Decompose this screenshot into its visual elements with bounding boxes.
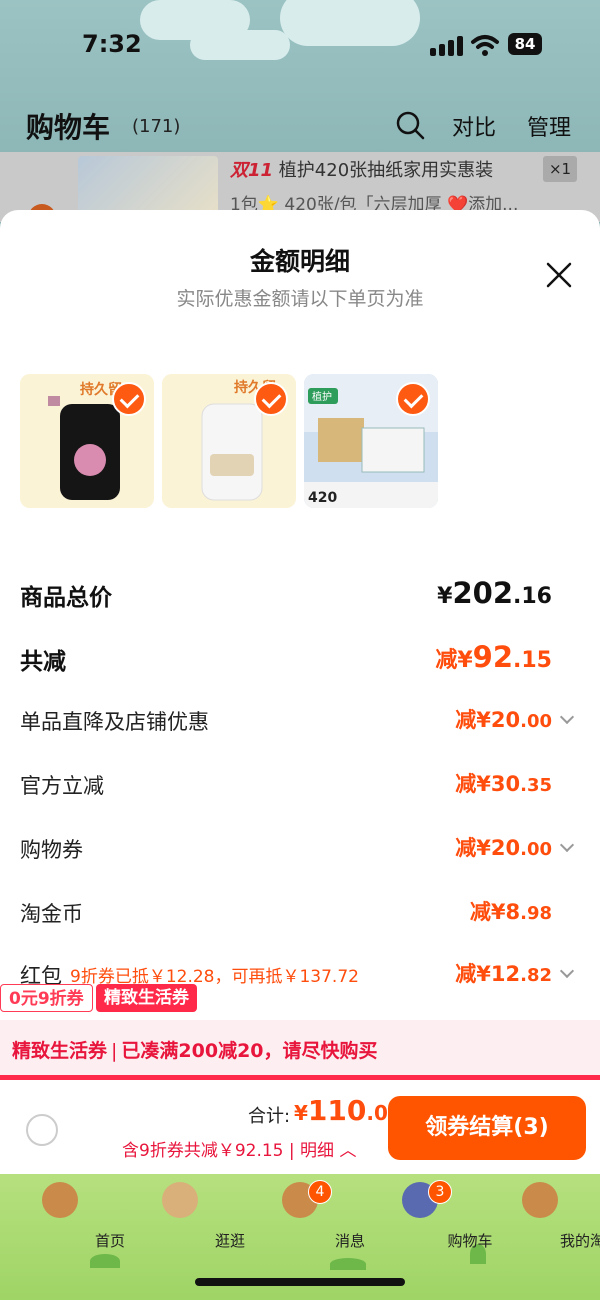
coupon-chip-lifestyle[interactable]: 精致生活券 (96, 984, 197, 1012)
page-title: 购物车 (26, 111, 111, 144)
row-shopping-voucher[interactable]: 购物券 减¥20.00 (0, 830, 600, 870)
cart-item-quantity: ×1 (543, 156, 577, 182)
row-value: 减¥20.00 (455, 836, 552, 860)
battery-indicator: 84 (508, 33, 542, 55)
row-taojinbi: 淘金币 减¥8.98 (0, 894, 600, 934)
row-value: 减¥20.00 (455, 708, 552, 732)
row-total-price: 商品总价 ¥202.16 (0, 574, 600, 614)
status-time: 7:32 (82, 30, 142, 58)
profile-mascot-icon (522, 1182, 558, 1218)
discount-summary[interactable]: 含9折券共减￥92.15 | 明细 ︿ (122, 1136, 356, 1161)
double11-tag: 双11 (230, 160, 274, 181)
row-store-discount[interactable]: 单品直降及店铺优惠 减¥20.00 (0, 702, 600, 742)
status-bar: 7:32 84 (0, 28, 600, 64)
wifi-icon (471, 35, 499, 56)
row-label: 淘金币 (20, 902, 83, 926)
row-label: 共减 (20, 649, 66, 675)
cart-item-title: 双11 植护420张抽纸家用实惠装 (230, 156, 493, 182)
detail-link[interactable]: 明细 (300, 1141, 334, 1161)
svg-text:420: 420 (308, 490, 337, 506)
row-label: 单品直降及店铺优惠 (20, 710, 209, 734)
product-thumb-tissue[interactable]: 植护 420 (304, 374, 438, 508)
chevron-down-icon[interactable] (559, 837, 575, 853)
promo-message: 已凑满200减20，请尽快购买 (121, 1040, 378, 1062)
tab-browse[interactable]: 逛逛 (130, 1178, 245, 1258)
signal-icon (430, 36, 464, 56)
messages-badge: 4 (308, 1180, 332, 1204)
tab-cart[interactable]: 3 购物车 (370, 1178, 493, 1258)
coupon-chip-discount[interactable]: 0元9折券 (0, 984, 93, 1012)
cart-count: (171) (132, 116, 181, 137)
tab-messages[interactable]: 4 消息 (250, 1178, 365, 1258)
compare-button[interactable]: 对比 (452, 110, 496, 142)
home-mascot-icon (42, 1182, 78, 1218)
product-thumb-white-detergent[interactable]: 持久留 (162, 374, 296, 508)
row-total-discount: 共减 减¥92.15 (0, 638, 600, 678)
checked-icon (396, 382, 430, 416)
sheet-subtitle: 实际优惠金额请以下单页为准 (176, 288, 424, 310)
manage-button[interactable]: 管理 (527, 110, 571, 142)
select-all-radio[interactable] (26, 1114, 58, 1146)
row-value: 减¥30.35 (455, 772, 552, 796)
row-label: 商品总价 (20, 585, 112, 611)
chevron-down-icon[interactable] (559, 963, 575, 979)
row-value: ¥202.16 (437, 576, 552, 610)
row-value: 减¥8.98 (469, 900, 552, 924)
home-indicator (195, 1278, 405, 1286)
chevron-up-icon: ︿ (339, 1141, 357, 1161)
row-label: 官方立减 (20, 774, 104, 798)
row-value: 减¥92.15 (435, 640, 552, 674)
checked-icon (112, 382, 146, 416)
close-icon[interactable] (544, 260, 574, 290)
row-label: 购物券 (20, 838, 83, 862)
row-official-discount: 官方立减 减¥30.35 (0, 766, 600, 806)
checked-icon (254, 382, 288, 416)
total-value: ¥110.01 (294, 1094, 402, 1127)
product-thumb-black-detergent[interactable]: 持久留 (20, 374, 154, 508)
cart-header: 购物车 (171) 对比 管理 (0, 100, 600, 150)
search-icon[interactable] (395, 110, 425, 140)
total-label: 合计: (248, 1106, 291, 1127)
cart-item-title-text: 植护420张抽纸家用实惠装 (278, 160, 494, 181)
sheet-title: 金额明细 (249, 247, 350, 276)
svg-text:植护: 植护 (312, 390, 332, 403)
checkout-bar: 合计: ¥110.01 含9折券共减￥92.15 | 明细 ︿ 领券结算(3) (0, 1080, 600, 1174)
coupon-chips: 0元9折券 精致生活券 (0, 982, 600, 1016)
chevron-down-icon[interactable] (559, 709, 575, 725)
product-thumbnails: 持久留 持久留 植护 420 (20, 374, 450, 508)
tab-home[interactable]: 首页 (10, 1178, 125, 1258)
tab-label: 我的淘宝 (559, 1232, 600, 1250)
promo-tag: 精致生活券 (12, 1040, 108, 1062)
browse-mascot-icon (162, 1182, 198, 1218)
checkout-button[interactable]: 领券结算(3) (388, 1096, 586, 1160)
promo-banner: 精致生活券 | 已凑满200减20，请尽快购买 (0, 1020, 600, 1080)
promo-text: 精致生活券 | 已凑满200减20，请尽快购买 (12, 1040, 378, 1062)
cart-badge: 3 (428, 1180, 452, 1204)
tab-my-taobao[interactable]: 我的淘宝 (490, 1178, 600, 1258)
